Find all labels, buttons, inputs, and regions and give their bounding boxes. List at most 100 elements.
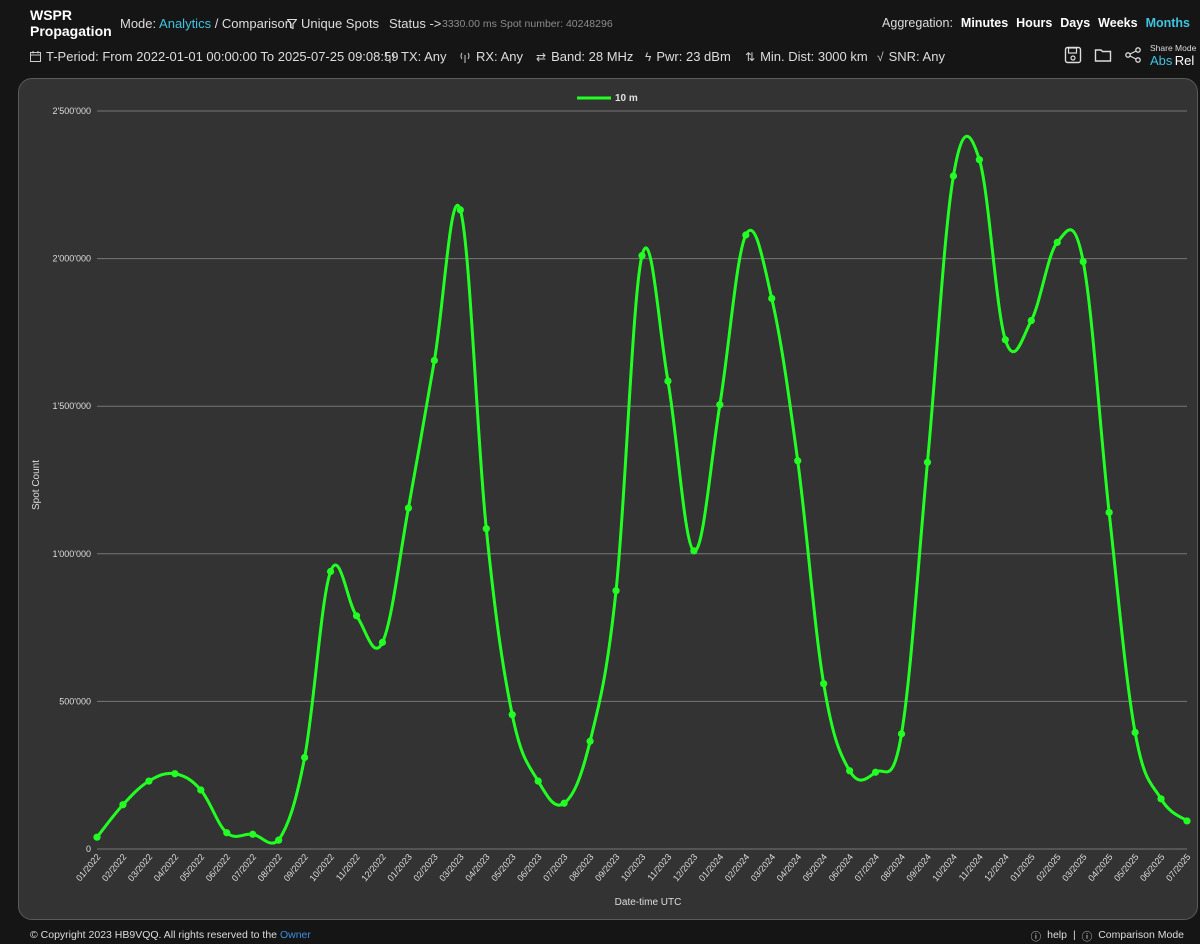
data-point[interactable]: [846, 767, 854, 775]
data-point[interactable]: [664, 377, 672, 385]
data-point[interactable]: [378, 638, 387, 646]
x-tick-label: 10/2022: [308, 852, 337, 883]
data-point[interactable]: [897, 730, 906, 738]
footer-separator: |: [1072, 929, 1076, 941]
x-tick-label: 06/2022: [204, 852, 233, 883]
data-point[interactable]: [794, 457, 802, 465]
x-tick-label: 11/2024: [957, 852, 985, 883]
aggregation-weeks[interactable]: Weeks: [1098, 16, 1137, 30]
data-point[interactable]: [249, 830, 257, 838]
share-rel-toggle[interactable]: Rel: [1175, 53, 1195, 68]
aggregation-months[interactable]: Months: [1146, 16, 1190, 30]
data-point[interactable]: [326, 567, 335, 576]
data-point[interactable]: [223, 829, 231, 837]
y-tick-label: 0: [86, 844, 91, 854]
legend-label-10m: 10 m: [615, 93, 638, 104]
data-point[interactable]: [534, 777, 542, 785]
data-point[interactable]: [923, 458, 932, 466]
filter-bar: T-Period: From 2022-01-01 00:00:00 To 20…: [0, 44, 1200, 70]
aggregation-days[interactable]: Days: [1060, 16, 1090, 30]
brand-line1: WSPR: [30, 7, 72, 23]
aggregation-hours[interactable]: Hours: [1016, 16, 1052, 30]
data-point[interactable]: [1053, 238, 1061, 246]
data-point[interactable]: [275, 836, 283, 844]
x-tick-label: 11/2023: [645, 852, 673, 883]
data-point[interactable]: [871, 768, 880, 776]
x-tick-label: 04/2023: [463, 852, 492, 883]
x-tick-label: 06/2024: [827, 852, 856, 883]
x-tick-label: 09/2022: [282, 852, 311, 883]
data-point[interactable]: [301, 753, 309, 762]
data-point[interactable]: [768, 294, 776, 303]
unique-spots-filter[interactable]: Unique Spots: [286, 16, 379, 31]
data-point[interactable]: [1027, 316, 1035, 325]
footer-links: ⓘ help | ⓘ Comparison Mode: [1031, 929, 1184, 944]
series-line-10m: [95, 134, 1188, 845]
comparison-mode-link[interactable]: Comparison Mode: [1098, 929, 1184, 944]
bolt-icon: ϟ: [645, 49, 652, 64]
band-filter[interactable]: ⇄ Band: 28 MHz: [536, 49, 633, 64]
data-point[interactable]: [482, 525, 490, 533]
data-point[interactable]: [1131, 728, 1139, 736]
min-dist-filter[interactable]: ⇅ Min. Dist: 3000 km: [745, 49, 868, 64]
distance-icon: ⇅: [745, 49, 756, 64]
data-point[interactable]: [171, 770, 179, 778]
owner-link[interactable]: Owner: [280, 929, 311, 941]
rx-antenna-icon: [460, 52, 470, 63]
power-filter[interactable]: ϟ Pwr: 23 dBm: [645, 49, 731, 64]
legend[interactable]: 10 m: [577, 93, 638, 104]
data-point[interactable]: [1105, 508, 1113, 517]
data-point[interactable]: [1157, 795, 1165, 803]
spot-number: Spot number: 40248296: [500, 18, 613, 30]
data-point[interactable]: [975, 156, 983, 164]
x-tick-label: 04/2022: [152, 852, 181, 883]
aggregation-minutes[interactable]: Minutes: [961, 16, 1008, 30]
y-axis-title: Spot Count: [31, 460, 42, 510]
help-link[interactable]: help: [1047, 929, 1067, 944]
min-dist-label: Min. Dist: 3000 km: [760, 49, 868, 64]
x-tick-label: 08/2024: [878, 852, 907, 883]
mode-label: Mode:: [120, 16, 157, 31]
data-point[interactable]: [456, 206, 464, 214]
data-point[interactable]: [612, 587, 620, 595]
mode-comparison-link[interactable]: Comparison: [222, 16, 292, 31]
data-point[interactable]: [352, 612, 361, 620]
rx-filter[interactable]: RX: Any: [459, 49, 523, 64]
folder-icon[interactable]: [1094, 46, 1112, 64]
data-point[interactable]: [145, 777, 153, 785]
share-mode-label: Share Mode: [1150, 43, 1197, 53]
data-point[interactable]: [404, 504, 413, 512]
data-point[interactable]: [197, 786, 205, 794]
y-axis-ticks: 0 500'000 1'000'000 1'500'000 2'000'000 2'500…: [53, 106, 91, 854]
tx-filter[interactable]: TX: Any: [384, 49, 447, 64]
data-point[interactable]: [508, 711, 516, 719]
data-point[interactable]: [430, 356, 438, 365]
snr-filter[interactable]: √ SNR: Any: [877, 49, 945, 64]
data-point[interactable]: [119, 801, 127, 809]
data-point[interactable]: [716, 401, 724, 409]
calendar-icon: [30, 51, 41, 62]
data-point[interactable]: [1079, 257, 1087, 266]
data-point[interactable]: [742, 231, 750, 239]
x-tick-label: 02/2022: [100, 852, 129, 883]
share-icon[interactable]: [1124, 46, 1142, 64]
signal-icon: √: [877, 49, 884, 64]
x-tick-label: 01/2025: [1008, 852, 1037, 883]
data-point[interactable]: [560, 799, 568, 807]
data-point[interactable]: [586, 737, 594, 745]
x-tick-label: 01/2022: [74, 852, 103, 883]
share-abs-toggle[interactable]: Abs: [1150, 53, 1172, 68]
data-point[interactable]: [820, 680, 828, 688]
app-brand[interactable]: WSPR Propagation: [30, 7, 112, 39]
data-point[interactable]: [93, 833, 101, 841]
x-tick-label: 07/2025: [1164, 852, 1193, 883]
save-icon[interactable]: [1064, 46, 1082, 64]
snr-label: SNR: Any: [888, 49, 945, 64]
data-point[interactable]: [1001, 336, 1009, 344]
period-filter[interactable]: T-Period: From 2022-01-01 00:00:00 To 20…: [30, 49, 398, 64]
data-point[interactable]: [1183, 817, 1191, 825]
data-point[interactable]: [690, 547, 698, 555]
mode-analytics-link[interactable]: Analytics: [159, 16, 211, 31]
data-point[interactable]: [638, 252, 646, 260]
data-point[interactable]: [949, 172, 958, 180]
